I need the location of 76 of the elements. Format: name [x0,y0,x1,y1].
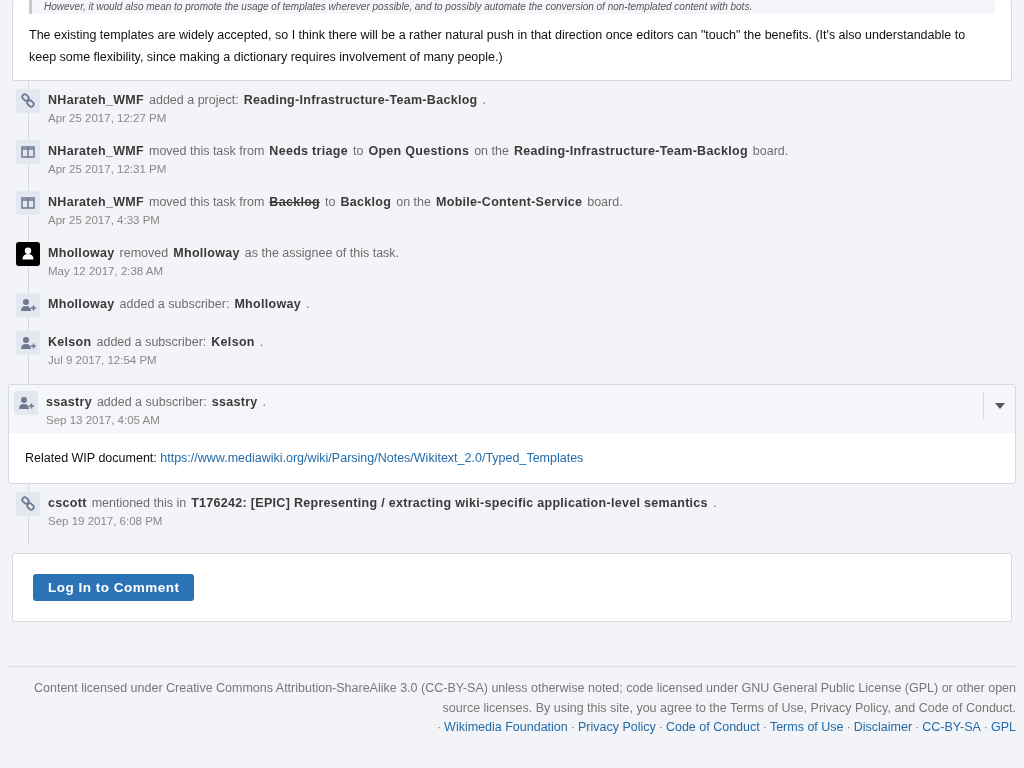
event-text: as the assignee of this task. [244,245,400,262]
event-text: . [712,495,717,512]
document-link[interactable]: https://www.mediawiki.org/wiki/Parsing/Notes/Wikitext_2.0/Typed_Templates [160,451,584,465]
comment-text: Related WIP document: https://www.mediawiki.org/wiki/Parsing/Notes/Wikitext_2.0/Typed_Templates [24,450,585,467]
event-text: on the [474,143,509,160]
quote-text: However, it would also mean to promote the usage of templates wherever possible, and to possibly automate the conversion of non-templated content with bots. [29,0,995,14]
timestamp: Apr 25 2017, 12:27 PM [48,111,168,126]
bold-link[interactable]: Backlog [340,193,392,211]
add-user-icon [16,331,40,355]
event-text: . [306,296,310,313]
event-text: added a subscriber: [96,394,207,411]
bold-link[interactable]: T176242: [EPIC] Representing / extracting wiki-specific application-level semantics [191,494,708,512]
bold-link[interactable]: Needs triage [269,142,348,160]
link-icon [16,492,40,516]
footer-link[interactable]: Code of Conduct [665,720,760,734]
bold-link[interactable]: Mholloway [234,295,301,313]
bold-link[interactable]: NHarateh_WMF [48,142,144,160]
timestamp: May 12 2017, 2:38 AM [48,264,165,279]
bold-link[interactable]: ssastry [46,393,92,411]
footer-link[interactable]: Disclaimer [853,720,913,734]
bold-link[interactable]: Mholloway [48,295,115,313]
timestamp: Sep 13 2017, 4:05 AM [46,413,161,428]
bold-link[interactable]: Mobile-Content-Service [436,193,583,211]
event-text: to [325,194,336,211]
footer-link[interactable]: GPL [991,720,1016,734]
separator-text: · [436,720,442,734]
event-text: added a subscriber: [119,296,230,313]
bold-link[interactable]: Reading-Infrastructure-Team-Backlog [243,91,478,109]
bold-link[interactable]: Open Questions [368,142,470,160]
separator-text: · [658,720,663,734]
event-text: moved this task from [149,143,265,160]
link-icon [16,89,40,113]
event-text: board. [752,143,789,160]
add-user-icon [16,293,40,317]
separator-text: · [570,720,575,734]
caret-icon [994,403,1005,409]
event-text: . [482,92,487,109]
footer-link[interactable]: Terms of Use [769,720,844,734]
comment-text: The existing templates are widely accepted, so I think there will be a rather natural push in that direction once editors can "touch" the benefits. (It's also understandable to keep some flexibility, since making a dictionary requires involvement of many people.) [29,27,967,66]
separator-text: · [983,720,988,734]
footer-text: Content licensed under Creative Commons Attribution-ShareAlike 3.0 (CC-BY-SA) unless otherwise noted; code licensed under GNU General Public License (GPL) or other open source licenses. By using this site, you agree to the Terms of Use, Privacy Policy, and Code of Conduct. · Wikimedia Foundation · Privacy Policy · Code of Conduct · Terms of Use · Disclaimer · CC-BY-SA · GPL [33,680,1016,736]
login-button[interactable]: Log In to Comment [33,574,195,601]
event-text: added a project: [149,92,239,109]
bold-link[interactable]: NHarateh_WMF [48,193,144,211]
separator-text: · [915,720,920,734]
footer-link[interactable]: Privacy Policy [577,720,656,734]
event-text: to [352,143,364,160]
separator-text: · [846,720,851,734]
event-text: mentioned this in [91,495,187,512]
board-icon [16,140,40,164]
event-text: on the [396,194,431,211]
event-text: . [262,394,267,411]
bold-link[interactable]: Kelson [48,333,92,351]
bold-link[interactable]: Reading-Infrastructure-Team-Backlog [513,142,748,160]
footer-link[interactable]: CC-BY-SA [922,720,981,734]
struck-text[interactable]: Backlog [269,193,321,211]
timestamp: Apr 25 2017, 12:31 PM [48,162,168,177]
event-text: . [259,334,264,351]
bold-link[interactable]: ssastry [211,393,258,411]
add-user-icon [14,391,38,415]
bold-link[interactable]: Mholloway [173,244,240,262]
user-avatar-icon [16,242,40,266]
timestamp: Jul 9 2017, 12:54 PM [48,353,158,368]
event-text: board. [587,194,623,211]
bold-link[interactable]: NHarateh_WMF [48,91,144,109]
board-icon [16,191,40,215]
footer-link[interactable]: Wikimedia Foundation [444,720,568,734]
event-text: added a subscriber: [96,334,207,351]
timestamp: Sep 19 2017, 6:08 PM [48,514,164,529]
bold-link[interactable]: cscott [48,494,87,512]
bold-link[interactable]: Kelson [211,333,255,351]
event-text: moved this task from [149,194,265,211]
event-text: removed [119,245,169,262]
timestamp: Apr 25 2017, 4:33 PM [48,213,161,228]
bold-link[interactable]: Mholloway [48,244,115,262]
separator-text: · [762,720,767,734]
